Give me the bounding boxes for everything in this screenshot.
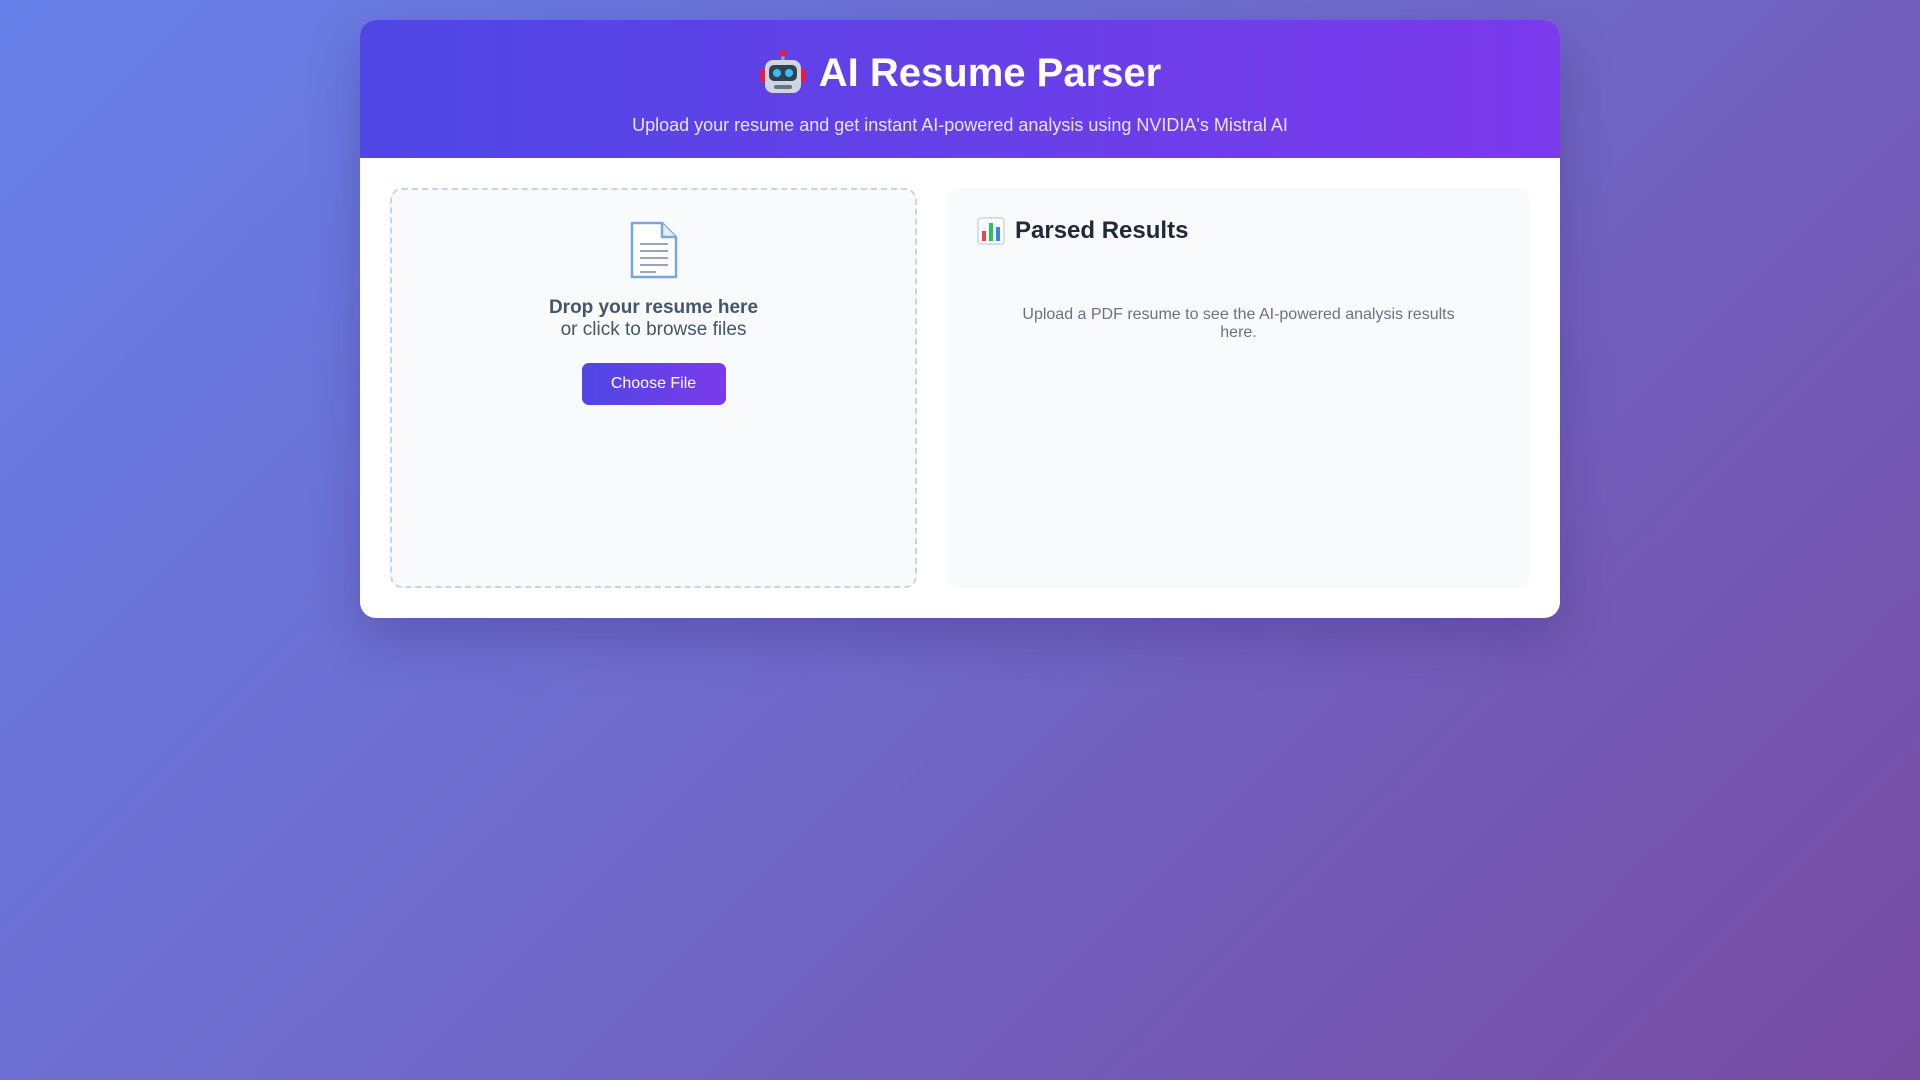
drop-title: Drop your resume here	[548, 297, 759, 318]
results-heading: Parsed Results	[977, 216, 1500, 246]
results-heading-text: Parsed Results	[1015, 217, 1189, 244]
upload-dropzone[interactable]: Drop your resume here or click to browse…	[390, 188, 917, 588]
robot-icon	[759, 49, 807, 97]
page-title: AI Resume Parser	[759, 48, 1161, 98]
results-placeholder: Upload a PDF resume to see the AI-powere…	[1022, 306, 1455, 341]
app-subtitle: Upload your resume and get instant AI-po…	[632, 115, 1288, 135]
app-body: Drop your resume here or click to browse…	[360, 158, 1560, 618]
bar-chart-icon	[977, 217, 1005, 245]
app-header: AI Resume Parser Upload your resume and …	[360, 20, 1560, 158]
app-card: AI Resume Parser Upload your resume and …	[360, 20, 1560, 618]
results-panel: Parsed Results Upload a PDF resume to se…	[947, 188, 1530, 588]
document-icon	[626, 220, 682, 280]
app-title-text: AI Resume Parser	[818, 51, 1162, 95]
drop-subtitle: or click to browse files	[560, 319, 747, 340]
choose-file-button[interactable]: Choose File	[581, 363, 726, 405]
